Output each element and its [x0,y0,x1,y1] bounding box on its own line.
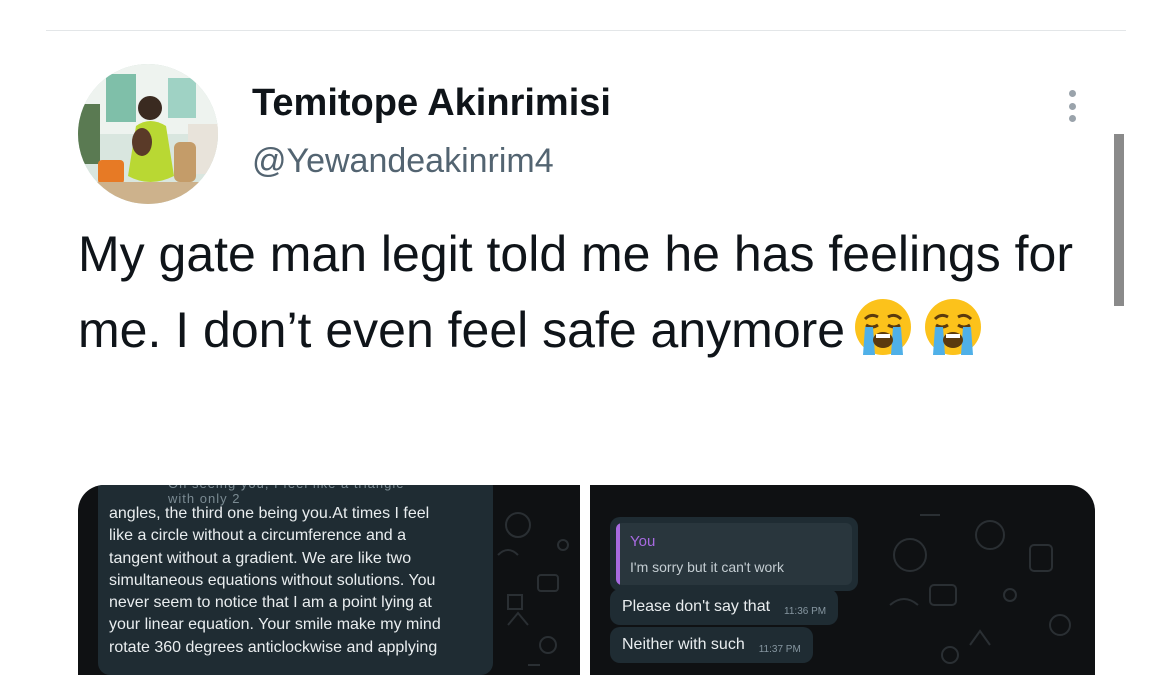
reply-message-bubble: You I'm sorry but it can't work [610,517,858,591]
more-dot-icon [1068,115,1076,122]
more-dot-icon [1068,90,1076,97]
user-handle[interactable]: @Yewandeakinrim4 [252,142,554,181]
message-bubble: Please don't say that 11:36 PM [610,589,839,625]
loudly-crying-face-icon [851,295,915,359]
quoted-message[interactable]: You I'm sorry but it can't work [616,523,852,585]
scrollbar[interactable] [1114,134,1124,306]
more-dot-icon [1068,102,1076,110]
quote-accent-bar [616,523,620,585]
avatar[interactable] [78,64,218,204]
tweet-media[interactable]: On seeing you, I feel like a triangle wi… [78,485,1095,675]
more-options-button[interactable] [1060,86,1084,126]
message-text: angles, the third one being you.At times… [109,505,441,656]
avatar-photo [78,64,218,204]
display-name[interactable]: Temitope Akinrimisi [252,82,611,125]
quoted-text: I'm sorry but it can't work [630,559,784,575]
message-text: Neither with such [622,636,745,653]
media-image-left[interactable]: On seeing you, I feel like a triangle wi… [78,485,580,675]
message-timestamp: 11:37 PM [758,643,801,655]
message-timestamp: 11:36 PM [784,605,827,617]
tweet-text-container: My gate man legit told me he has feeling… [78,216,1088,368]
message-text: Please don't say that [622,598,771,615]
media-image-right[interactable]: You I'm sorry but it can't work Please d… [590,485,1095,675]
message-bubble: Neither with such 11:37 PM [610,627,813,663]
quoted-sender: You [630,533,656,550]
loudly-crying-face-icon [921,295,985,359]
top-divider [46,30,1126,31]
